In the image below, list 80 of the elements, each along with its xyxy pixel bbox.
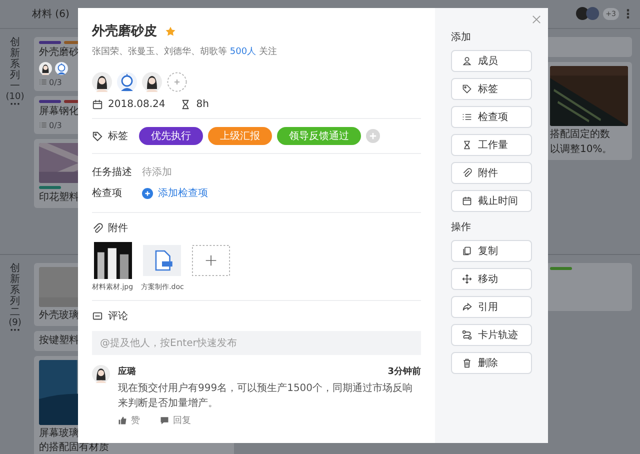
column-title: 材料 (6) [32, 8, 70, 21]
tag-icon [92, 130, 103, 142]
calendar-icon [92, 99, 103, 110]
group-more[interactable]: ··· [10, 102, 20, 110]
sidebar-button[interactable]: 截止时间 [451, 190, 532, 212]
sidebar-button[interactable]: 工作量 [451, 134, 532, 156]
attachments-title: 附件 [108, 222, 128, 235]
document-icon[interactable] [143, 242, 182, 279]
copy-icon [462, 246, 472, 256]
group-name: 创新系列二 [10, 263, 20, 318]
calendar-icon [462, 196, 472, 206]
comments-title: 评论 [108, 310, 128, 323]
member-avatar[interactable] [142, 72, 162, 92]
group-name: 创新系列一 [10, 36, 20, 92]
card-title: 外壳磨砂皮 [92, 22, 157, 40]
member-avatar[interactable] [92, 72, 112, 92]
section-title: 添加 [451, 30, 472, 44]
user-icon [462, 56, 472, 66]
section-title: 操作 [451, 221, 472, 234]
list-icon [462, 112, 472, 122]
checklist-icon [39, 121, 47, 130]
labels-title: 标签 [108, 130, 128, 143]
paperclip-icon [462, 168, 472, 178]
hourglass-icon [180, 99, 192, 110]
task-card[interactable]: 搭配固定的数 以调整10%。 [546, 62, 632, 160]
group-count: (9) [8, 318, 22, 328]
sidebar-button[interactable]: 引用 [451, 296, 532, 318]
checklist-count: 0/3 [49, 120, 62, 130]
tag-icon [462, 84, 472, 94]
task-card[interactable] [546, 263, 632, 311]
add-checklist-link[interactable]: 添加检查项 [158, 186, 208, 200]
card-text: 搭配固定的数 [550, 128, 610, 141]
add-attachment-icon[interactable] [192, 242, 230, 279]
avatar [92, 365, 110, 383]
description-label: 任务描述 [92, 166, 133, 179]
task-card[interactable] [546, 36, 632, 57]
comment-icon[interactable] [160, 416, 169, 425]
comment-icon [92, 310, 103, 322]
sidebar-button[interactable]: 附件 [451, 162, 532, 184]
sidebar-button[interactable]: 删除 [451, 352, 532, 374]
like-link[interactable]: 赞 [131, 414, 140, 427]
star-icon[interactable] [165, 26, 176, 36]
add-member-icon[interactable] [167, 72, 187, 92]
checklist-label: 检查项 [92, 186, 123, 200]
comment-text: 现在预交付用户有999名，可以预生产1500个，同期通过市场反响来判断是否加量增产。 [118, 382, 414, 411]
card-title: 印花塑料 [39, 192, 79, 204]
checklist-icon [39, 78, 47, 86]
group-count: (10) [6, 92, 24, 102]
checklist-count: 0/3 [49, 78, 62, 87]
comment-input[interactable]: @提及他人，按Enter快速发布 [92, 331, 421, 355]
avatar [39, 62, 52, 75]
member-avatars[interactable] [576, 7, 600, 20]
sidebar-button[interactable]: 复制 [451, 240, 532, 262]
comment-time: 3分钟前 [388, 366, 421, 378]
followers-text: 张国荣、张曼玉、刘德华、胡歌等 500人 关注 [92, 46, 278, 58]
sidebar-button[interactable]: 标签 [451, 78, 532, 100]
route-icon [462, 330, 472, 340]
thumbs-up-icon[interactable] [118, 416, 127, 425]
close-icon[interactable] [532, 15, 541, 24]
followers-link[interactable]: 500人 [230, 47, 256, 57]
add-icon[interactable] [142, 188, 153, 198]
due-date: 2018.08.24 [108, 99, 166, 110]
workload: 8h [196, 99, 209, 110]
hourglass-icon [462, 140, 472, 150]
label-tag[interactable]: 优先执行 [139, 127, 203, 145]
avatar [55, 62, 68, 75]
paperclip-icon [92, 222, 103, 234]
sidebar-button[interactable]: 成员 [451, 50, 532, 72]
card-text: 以调整10%。 [550, 144, 612, 156]
trash-icon [462, 358, 472, 368]
sidebar-button[interactable]: 检查项 [451, 106, 532, 128]
group-more[interactable]: ··· [10, 328, 20, 336]
sidebar-button[interactable]: 移动 [451, 268, 532, 290]
comment-author: 应璐 [118, 365, 136, 378]
move-icon [462, 274, 472, 284]
card-title: 按键塑料 [39, 335, 79, 347]
sidebar-button[interactable]: 卡片轨迹 [451, 324, 532, 346]
card-title: 外壳磨砂 [39, 46, 79, 59]
share-icon [462, 302, 472, 312]
reply-link[interactable]: 回复 [173, 414, 191, 427]
